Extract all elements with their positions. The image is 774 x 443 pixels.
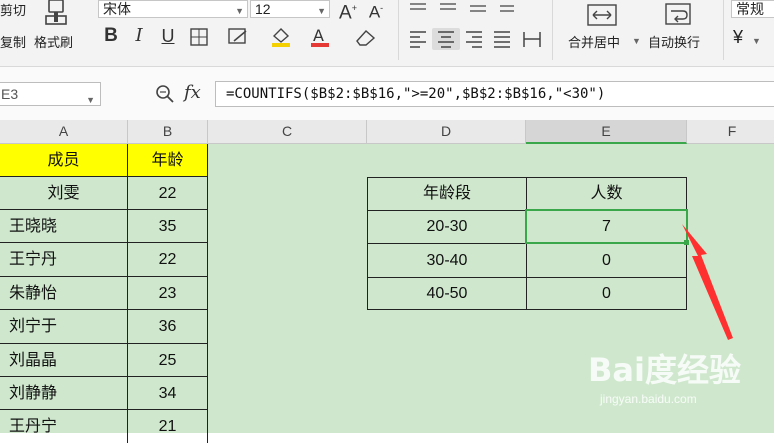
copy-button[interactable]: 复制 [0,32,26,51]
bold-icon[interactable]: B [101,26,121,46]
svg-text:A: A [313,26,324,45]
column-header-b[interactable]: B [128,120,208,144]
cell-a3[interactable]: 王晓晓 [0,210,128,243]
chevron-down-icon[interactable]: ▼ [752,36,771,46]
cell-b9[interactable]: 21 [127,410,208,443]
format-painter-icon[interactable] [43,0,69,26]
column-header-f[interactable]: F [687,120,774,144]
wrap-text-button[interactable]: 自动换行 [648,32,700,51]
format-painter-label[interactable]: 格式刷 [34,32,73,51]
fx-icon[interactable]: fx [184,82,201,103]
increase-font-icon[interactable]: A+ [338,0,358,23]
font-size-value: 12 [255,1,271,17]
cell-a4[interactable]: 王宁丹 [0,243,128,277]
font-size-select[interactable]: 12 ▼ [250,0,330,18]
number-format-select[interactable]: 常规 [731,0,774,18]
divider [398,0,399,60]
cell-b1[interactable]: 年龄 [127,144,208,177]
column-header-e[interactable]: E [526,120,687,144]
fill-color-icon[interactable] [270,26,294,48]
cell-a7[interactable]: 刘晶晶 [0,344,128,377]
wrap-text-icon[interactable] [664,2,694,26]
zoom-search-icon[interactable] [155,84,175,104]
cell-style-icon[interactable] [228,28,250,46]
active-cell-border [525,209,688,244]
column-header-a[interactable]: A [0,120,128,144]
summary-range-3[interactable]: 40-50 [367,277,527,310]
divider [552,0,553,60]
cell-b2[interactable]: 22 [127,177,208,210]
cell-a5[interactable]: 朱静怡 [0,277,128,310]
red-arrow-icon [682,224,733,340]
baidu-watermark-url: jingyan.baidu.com [600,392,697,406]
baidu-watermark: Bai度经验 [588,351,741,389]
name-box-value: E3 [1,86,19,102]
cell-b5[interactable]: 23 [127,277,208,310]
currency-icon[interactable]: ¥ [733,27,743,48]
name-box[interactable]: E3 ▼ [0,82,101,106]
cell-a8[interactable]: 刘静静 [0,377,128,410]
chevron-down-icon: ▼ [86,95,95,105]
eraser-icon[interactable] [354,27,378,47]
border-icon[interactable] [190,28,210,46]
merge-center-icon[interactable] [587,4,617,26]
summary-count-3[interactable]: 0 [526,277,687,310]
merge-center-button[interactable]: 合并居中 [568,32,620,51]
font-name-value: 宋体 [103,1,131,17]
horizontal-align-icons[interactable] [406,28,546,50]
cell-b8[interactable]: 34 [127,377,208,410]
cell-a1[interactable]: 成员 [0,144,128,177]
number-format-value: 常规 [736,1,764,17]
formula-text: =COUNTIFS($B$2:$B$16,">=20",$B$2:$B$16,"… [226,86,606,102]
cell-a6[interactable]: 刘宁于 [0,310,128,344]
summary-range-2[interactable]: 30-40 [367,243,527,278]
cut-button[interactable]: 剪切 [0,0,26,19]
column-header-d[interactable]: D [367,120,526,144]
summary-header-count[interactable]: 人数 [526,177,687,211]
chevron-down-icon: ▼ [317,6,326,16]
summary-count-2[interactable]: 0 [526,243,687,278]
underline-icon[interactable]: U [157,26,179,46]
summary-range-1[interactable]: 20-30 [367,210,527,244]
chevron-down-icon: ▼ [235,6,244,16]
column-header-c[interactable]: C [208,120,367,144]
cell-b4[interactable]: 22 [127,243,208,277]
summary-header-range[interactable]: 年龄段 [367,177,527,211]
vertical-align-icons[interactable] [406,0,516,16]
cell-b7[interactable]: 25 [127,344,208,377]
font-color-icon[interactable]: A [310,26,332,48]
formula-bar: E3 ▼ fx =COUNTIFS($B$2:$B$16,">=20",$B$2… [0,67,774,121]
cell-b6[interactable]: 36 [127,310,208,344]
formula-input[interactable]: =COUNTIFS($B$2:$B$16,">=20",$B$2:$B$16,"… [215,81,774,107]
cell-a9[interactable]: 王丹宁 [0,410,128,443]
cell-a2[interactable]: 刘雯 [0,177,128,210]
divider [723,0,724,60]
cell-b3[interactable]: 35 [127,210,208,243]
font-name-select[interactable]: 宋体 ▼ [98,0,248,18]
decrease-font-icon[interactable]: A- [366,0,386,23]
ribbon-toolbar: 剪切 复制 格式刷 宋体 ▼ 12 ▼ A+ A- B I U A 合并居中 ▼… [0,0,774,67]
italic-icon[interactable]: I [129,26,149,46]
